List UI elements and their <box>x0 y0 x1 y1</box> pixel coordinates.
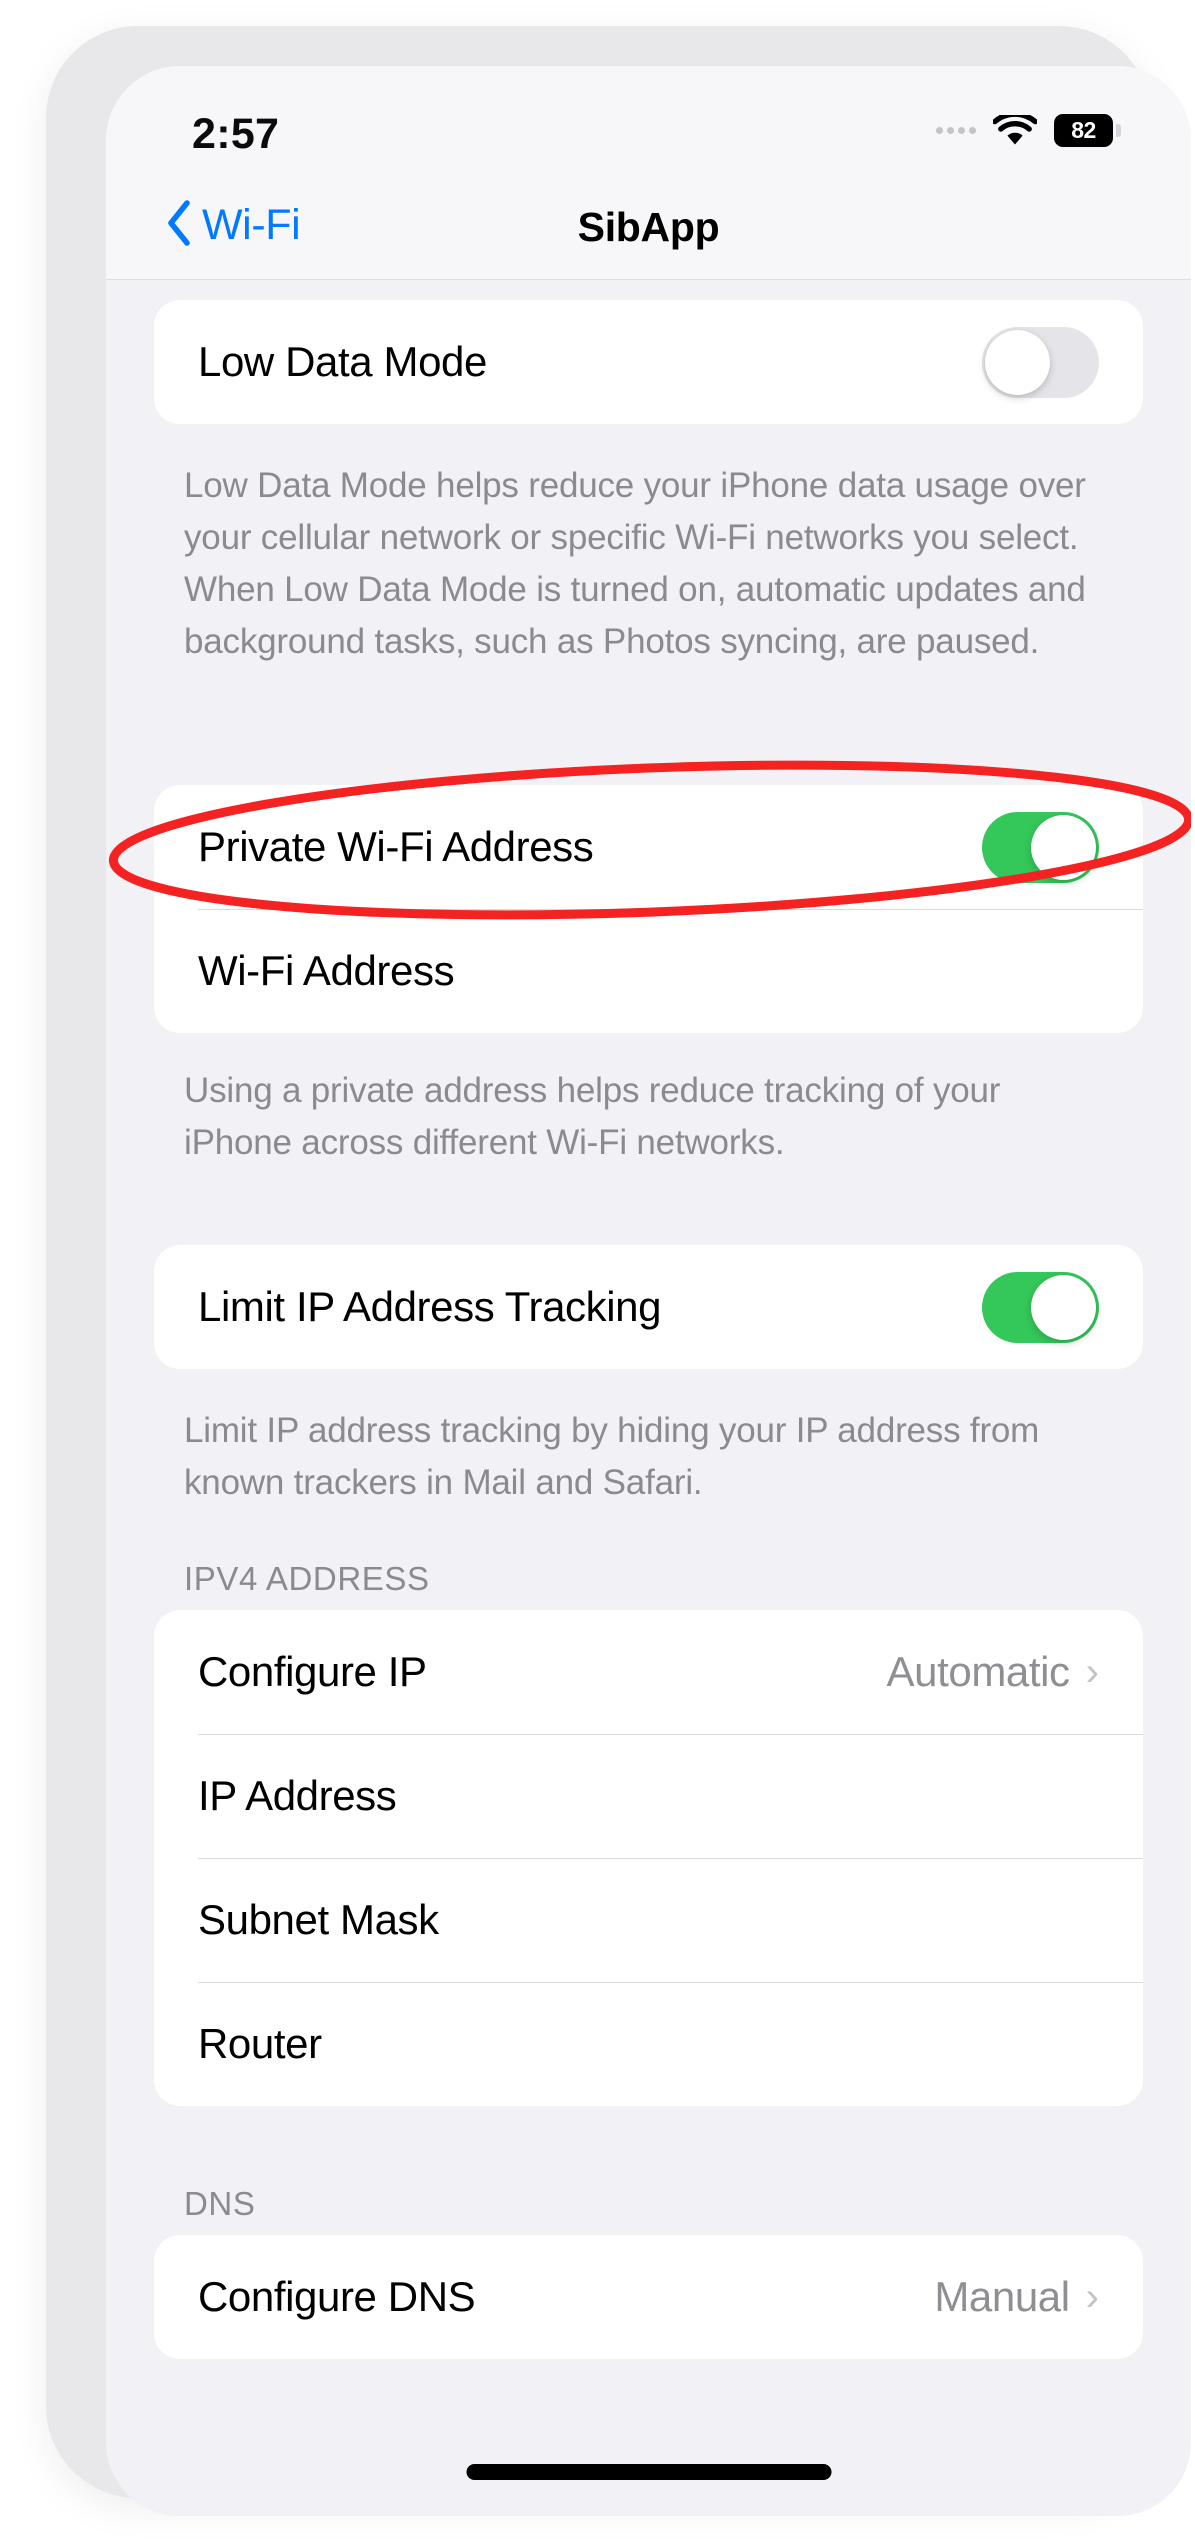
footer-limit-ip-tracking: Limit IP address tracking by hiding your… <box>184 1411 1040 1502</box>
low-data-mode-card: Low Data Mode <box>154 300 1143 424</box>
footer-low-data-mode: Low Data Mode helps reduce your iPhone d… <box>184 466 1086 661</box>
row-label-ip-address: IP Address <box>198 1772 397 1819</box>
row-label-subnet-mask: Subnet Mask <box>198 1896 439 1943</box>
toggle-limit-ip-tracking[interactable] <box>982 1271 1099 1343</box>
row-label-configure-ip: Configure IP <box>198 1648 427 1695</box>
chevron-right-icon: › <box>1085 1650 1099 1694</box>
row-label-router: Router <box>198 2020 322 2067</box>
navigation-bar: Wi-Fi SibApp <box>106 174 1191 280</box>
settings-list[interactable]: Low Data Mode Low Data Mode helps reduce… <box>106 280 1191 2516</box>
battery-indicator: 82 <box>1054 114 1121 147</box>
row-label-low-data-mode: Low Data Mode <box>198 338 487 385</box>
row-low-data-mode[interactable]: Low Data Mode <box>154 300 1143 424</box>
row-ip-address[interactable]: IP Address <box>154 1734 1143 1858</box>
row-value-configure-ip: Automatic <box>886 1648 1071 1695</box>
toggle-private-wifi-address[interactable] <box>982 811 1099 883</box>
battery-percentage: 82 <box>1071 117 1096 143</box>
toggle-low-data-mode[interactable] <box>982 326 1099 398</box>
status-bar: 2:57 82 <box>106 66 1191 174</box>
limit-ip-tracking-card: Limit IP Address Tracking <box>154 1245 1143 1369</box>
row-value-router <box>1088 2020 1099 2068</box>
footer-private-wifi-address: Using a private address helps reduce tra… <box>184 1071 1001 1162</box>
row-label-wifi-address: Wi-Fi Address <box>198 947 455 994</box>
row-router[interactable]: Router <box>154 1982 1143 2106</box>
row-value-ip-address <box>1088 1772 1099 1820</box>
row-subnet-mask[interactable]: Subnet Mask <box>154 1858 1143 1982</box>
row-configure-ip[interactable]: Configure IP Automatic › <box>154 1610 1143 1734</box>
page-title: SibApp <box>577 204 720 250</box>
chevron-right-icon: › <box>1085 2275 1099 2319</box>
row-wifi-address[interactable]: Wi-Fi Address <box>154 909 1143 1033</box>
row-label-private-wifi-address: Private Wi-Fi Address <box>198 823 594 870</box>
row-private-wifi-address[interactable]: Private Wi-Fi Address <box>154 785 1143 909</box>
device-frame: 2:57 82 Wi-Fi SibApp Low Data Mode Low D… <box>46 26 1191 2516</box>
status-bar-clock: 2:57 <box>192 110 280 158</box>
row-label-configure-dns: Configure DNS <box>198 2273 476 2320</box>
row-value-configure-dns: Manual <box>934 2273 1070 2320</box>
device-screen: 2:57 82 Wi-Fi SibApp Low Data Mode Low D… <box>106 66 1191 2516</box>
cellular-dots-icon <box>936 127 976 134</box>
dns-card: Configure DNS Manual › <box>154 2235 1143 2359</box>
status-bar-indicators: 82 <box>936 114 1121 147</box>
row-label-limit-ip-tracking: Limit IP Address Tracking <box>198 1283 662 1330</box>
section-header-dns: DNS <box>184 2185 256 2222</box>
home-indicator <box>466 2464 831 2480</box>
row-value-wifi-address <box>1088 947 1099 995</box>
row-configure-dns[interactable]: Configure DNS Manual › <box>154 2235 1143 2359</box>
row-limit-ip-tracking[interactable]: Limit IP Address Tracking <box>154 1245 1143 1369</box>
row-value-subnet-mask <box>1088 1896 1099 1944</box>
wifi-icon <box>993 114 1037 147</box>
section-header-ipv4: IPV4 ADDRESS <box>184 1560 430 1597</box>
ipv4-card: Configure IP Automatic › IP Address Subn… <box>154 1610 1143 2106</box>
private-wifi-address-card: Private Wi-Fi Address Wi-Fi Address <box>154 785 1143 1033</box>
